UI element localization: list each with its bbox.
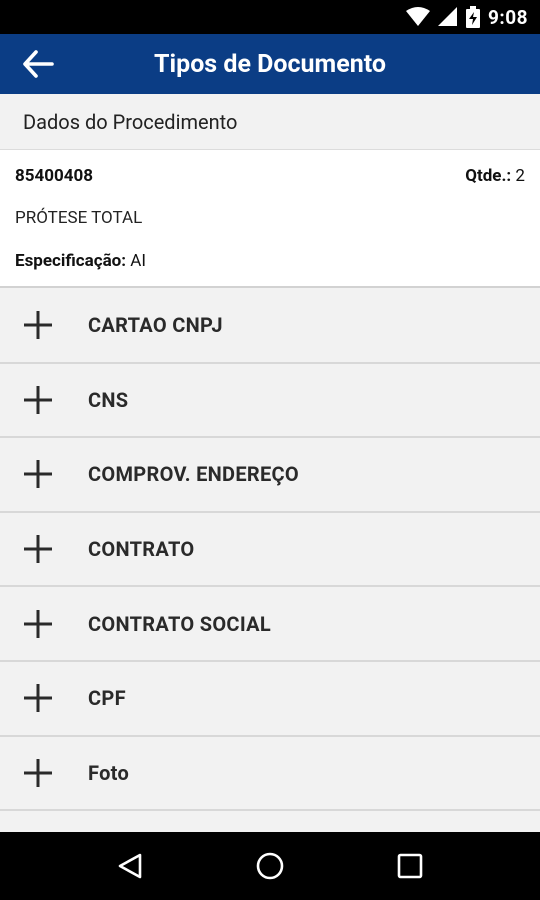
- procedure-specification: Especificação: AI: [15, 251, 146, 271]
- specification-label: Especificação:: [15, 251, 127, 271]
- document-item-foto[interactable]: Foto: [0, 736, 540, 812]
- nav-home-button[interactable]: [240, 836, 300, 896]
- quantity-value: 2: [511, 166, 525, 186]
- document-item-label: CONTRATO SOCIAL: [88, 611, 271, 636]
- status-bar: 9:08: [0, 0, 540, 34]
- procedure-name: PRÓTESE TOTAL: [15, 208, 143, 228]
- section-header: Dados do Procedimento: [0, 94, 540, 150]
- plus-icon: [0, 438, 88, 511]
- arrow-left-icon: [23, 50, 54, 78]
- document-item-contrato-social[interactable]: CONTRATO SOCIAL: [0, 587, 540, 662]
- plus-icon: [0, 737, 88, 810]
- quantity-label: Qtde.:: [465, 166, 512, 186]
- recents-square-icon: [397, 853, 423, 879]
- procedure-quantity: Qtde.: 2: [465, 166, 525, 186]
- back-button[interactable]: [0, 34, 76, 94]
- document-item-cns[interactable]: CNS: [0, 363, 540, 439]
- plus-icon: [0, 513, 88, 586]
- specification-value: AI: [126, 251, 146, 271]
- document-item-comprov-endereco[interactable]: COMPROV. ENDEREÇO: [0, 438, 540, 513]
- battery-charging-icon: [465, 6, 480, 28]
- plus-icon: [0, 364, 88, 437]
- section-title: Dados do Procedimento: [23, 109, 238, 134]
- document-item-contrato[interactable]: CONTRATO: [0, 512, 540, 588]
- nav-back-button[interactable]: [100, 836, 160, 896]
- document-item-cartao-cnpj[interactable]: CARTAO CNPJ: [0, 289, 540, 364]
- document-item-label: CNS: [88, 387, 129, 412]
- navigation-bar: [0, 832, 540, 900]
- document-item-label: COMPROV. ENDEREÇO: [88, 462, 300, 487]
- document-item-cpf[interactable]: CPF: [0, 661, 540, 737]
- procedure-card: 85400408 Qtde.: 2 PRÓTESE TOTAL Especifi…: [0, 150, 540, 288]
- document-type-list: CARTAO CNPJ CNS COMPROV. ENDEREÇO CONTRA…: [0, 289, 540, 812]
- procedure-code: 85400408: [15, 166, 94, 186]
- plus-icon: [0, 289, 88, 362]
- document-item-label: CPF: [88, 686, 126, 711]
- home-circle-icon: [256, 852, 284, 880]
- wifi-icon: [405, 7, 430, 26]
- nav-recents-button[interactable]: [380, 836, 440, 896]
- back-triangle-icon: [118, 853, 142, 879]
- plus-icon: [0, 587, 88, 660]
- document-item-label: CONTRATO: [88, 537, 195, 562]
- document-item-label: Foto: [88, 760, 130, 785]
- plus-icon: [0, 662, 88, 735]
- cell-signal-icon: [437, 7, 457, 26]
- app-bar: Tipos de Documento: [0, 34, 540, 94]
- page-title: Tipos de Documento: [154, 49, 386, 79]
- status-time: 9:08: [487, 5, 528, 29]
- document-item-label: CARTAO CNPJ: [88, 313, 223, 338]
